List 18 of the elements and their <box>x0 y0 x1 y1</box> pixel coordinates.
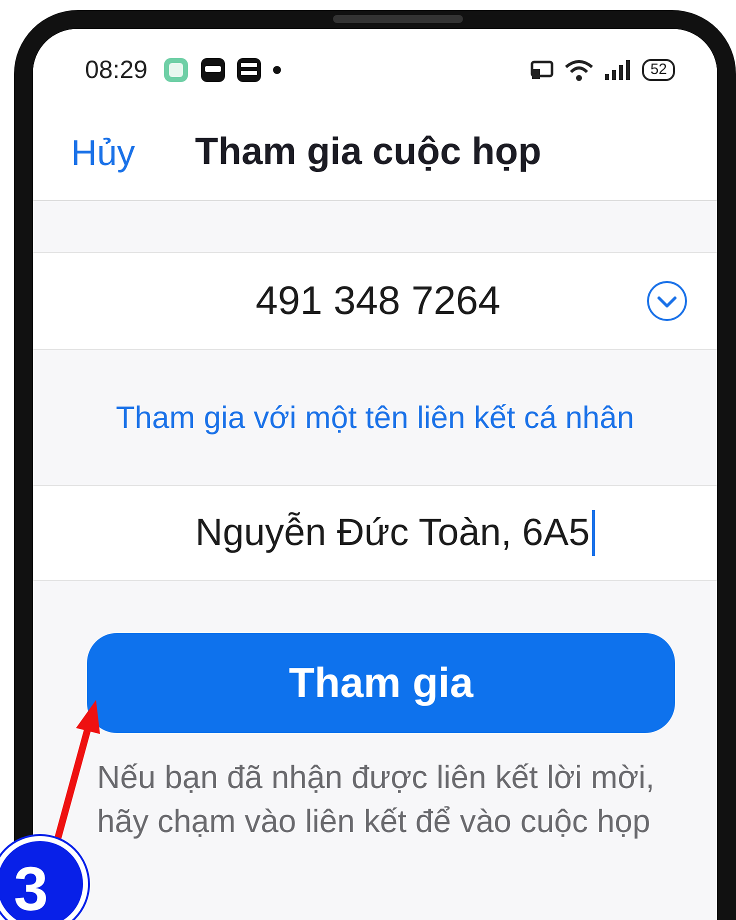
step-badge: 3 <box>0 836 88 920</box>
notification-dot-icon <box>272 65 282 75</box>
meeting-id-field[interactable]: 491 348 7264 <box>33 252 717 350</box>
help-text: Nếu bạn đã nhận được liên kết lời mời, hãy chạm vào liên kết để vào cuộc họp <box>97 758 656 841</box>
wifi-icon <box>564 58 594 82</box>
screen-title: Tham gia cuộc họp <box>195 131 542 174</box>
dropdown-icon[interactable] <box>645 279 689 323</box>
join-button[interactable]: Tham gia <box>87 633 675 733</box>
cancel-button[interactable]: Hủy <box>71 132 136 174</box>
status-time: 08:29 <box>85 56 148 84</box>
app-icon <box>162 56 190 84</box>
signal-icon <box>604 58 632 82</box>
app-icon <box>236 57 262 83</box>
name-field[interactable]: Nguyễn Đức Toàn, 6A5 <box>33 485 717 581</box>
screen-cast-icon <box>530 59 554 81</box>
meeting-id: 491 348 7264 <box>256 278 500 324</box>
personal-link[interactable]: Tham gia với một tên liên kết cá nhân <box>116 400 634 436</box>
battery-level: 52 <box>642 59 675 81</box>
